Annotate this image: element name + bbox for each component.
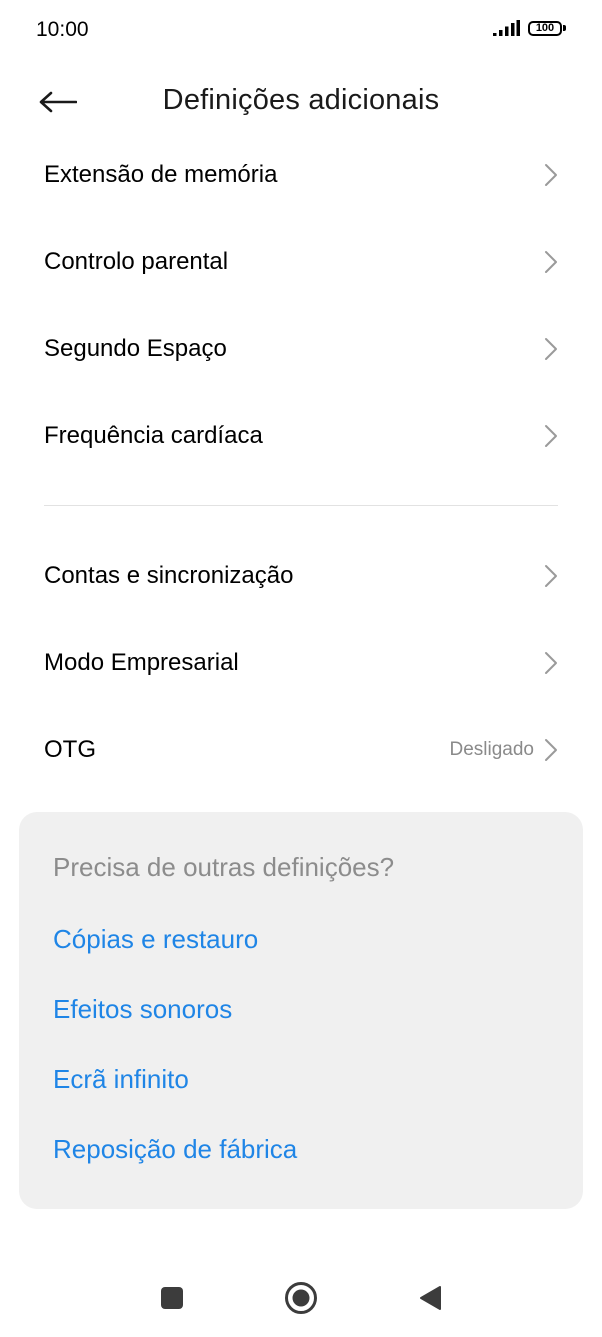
- item-label: Extensão de memória: [44, 160, 278, 188]
- settings-group-2: Contas e sincronização Modo Empresarial …: [0, 532, 602, 793]
- link-factory-reset[interactable]: Reposição de fábrica: [53, 1114, 549, 1184]
- settings-item-accounts-sync[interactable]: Contas e sincronização: [0, 532, 602, 619]
- screen: 10:00 100 Definições adicionais Extensão…: [0, 0, 602, 1337]
- item-label: Modo Empresarial: [44, 648, 239, 676]
- page-title: Definições adicionais: [162, 84, 440, 116]
- triangle-back-icon: [418, 1285, 442, 1316]
- square-icon: [160, 1286, 184, 1315]
- battery-icon: 100: [528, 20, 566, 36]
- settings-item-second-space[interactable]: Segundo Espaço: [0, 305, 602, 392]
- signal-icon: [492, 20, 520, 36]
- chevron-right-icon: [544, 564, 558, 588]
- otg-status-value: Desligado: [449, 738, 535, 760]
- chevron-right-icon: [544, 424, 558, 448]
- settings-item-parental-control[interactable]: Controlo parental: [0, 218, 602, 305]
- item-label: OTG: [44, 735, 96, 763]
- suggestions-card: Precisa de outras definições? Cópias e r…: [19, 812, 583, 1209]
- link-sound-effects[interactable]: Efeitos sonoros: [53, 974, 549, 1044]
- status-bar: 10:00 100: [0, 0, 602, 60]
- settings-item-otg[interactable]: OTG Desligado: [0, 706, 602, 793]
- navigation-bar: [0, 1270, 602, 1330]
- header: Definições adicionais: [0, 72, 602, 136]
- chevron-right-icon: [544, 651, 558, 675]
- link-infinite-screen[interactable]: Ecrã infinito: [53, 1044, 549, 1114]
- status-icons: 100: [492, 20, 566, 36]
- item-label: Controlo parental: [44, 247, 229, 275]
- chevron-right-icon: [544, 250, 558, 274]
- battery-level: 100: [528, 20, 562, 36]
- item-label: Contas e sincronização: [44, 561, 294, 589]
- link-backup-restore[interactable]: Cópias e restauro: [53, 904, 549, 974]
- section-divider: [44, 505, 558, 506]
- chevron-right-icon: [544, 337, 558, 361]
- home-button[interactable]: [281, 1280, 321, 1320]
- back-nav-button[interactable]: [410, 1280, 450, 1320]
- item-label: Segundo Espaço: [44, 334, 227, 362]
- settings-item-heart-rate[interactable]: Frequência cardíaca: [0, 392, 602, 479]
- circle-icon: [284, 1281, 318, 1320]
- settings-item-memory-extension[interactable]: Extensão de memória: [0, 131, 602, 218]
- chevron-right-icon: [544, 738, 558, 762]
- suggestions-title: Precisa de outras definições?: [53, 852, 395, 882]
- chevron-right-icon: [544, 163, 558, 187]
- status-time: 10:00: [36, 18, 89, 41]
- item-label: Frequência cardíaca: [44, 421, 263, 449]
- settings-item-business-mode[interactable]: Modo Empresarial: [0, 619, 602, 706]
- settings-group-1: Extensão de memória Controlo parental Se…: [0, 131, 602, 479]
- recents-button[interactable]: [152, 1280, 192, 1320]
